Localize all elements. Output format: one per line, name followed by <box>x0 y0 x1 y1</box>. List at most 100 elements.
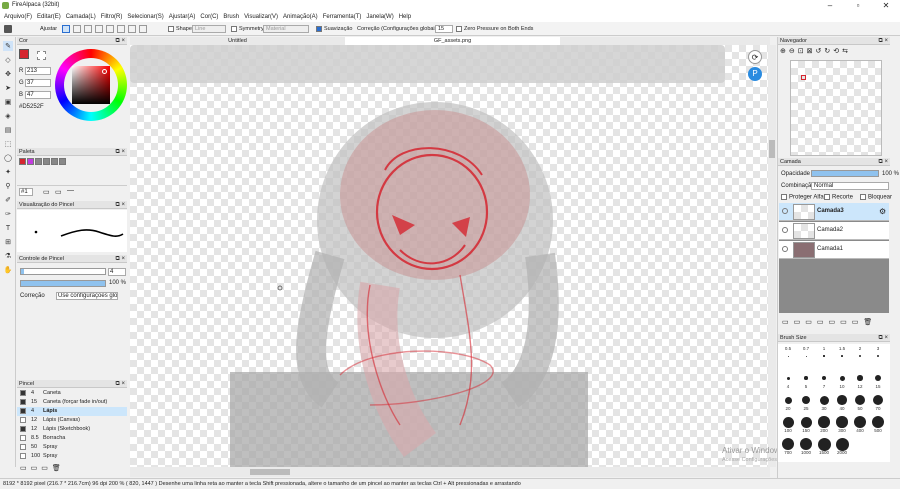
primary-color-swatch[interactable] <box>19 49 29 59</box>
g-input[interactable]: 37 <box>25 79 51 87</box>
shape-select[interactable]: Line <box>192 25 226 33</box>
add-palette-icon[interactable]: ▭ <box>43 188 50 196</box>
rotate-right-icon[interactable]: ↻ <box>824 47 830 55</box>
menu-selecionar[interactable]: Selecionar(S) <box>127 12 163 22</box>
menu-filtro[interactable]: Filtro(R) <box>101 12 123 22</box>
canvas-vertical-scrollbar[interactable] <box>768 45 776 467</box>
layer-visibility-icon[interactable] <box>782 227 788 233</box>
blend-mode-select[interactable]: Normal <box>811 182 889 190</box>
zoom-tool-icon[interactable]: ⚲ <box>3 181 13 191</box>
menu-brush[interactable]: Brush <box>223 12 239 22</box>
rotate-reset-icon[interactable]: ⟲ <box>833 47 839 55</box>
shape-toggle[interactable]: Shape <box>168 25 192 33</box>
save-palette-icon[interactable]: ▭ <box>55 188 62 196</box>
layer-opacity-slider[interactable] <box>811 170 879 177</box>
brush-size-dot[interactable] <box>819 395 829 405</box>
palette-swatch[interactable] <box>35 158 42 165</box>
palette-swatch[interactable] <box>51 158 58 165</box>
layer-select-dropdown[interactable]: #1 <box>19 188 33 196</box>
b-input[interactable]: 47 <box>25 91 51 99</box>
new-folder-icon[interactable]: ▭ <box>817 318 824 326</box>
canvas-rotate-icon[interactable]: ⟳ <box>748 50 762 64</box>
canvas-reset-icon[interactable]: P <box>748 67 762 81</box>
brush-size-dot[interactable] <box>818 416 830 428</box>
brush-size-dot[interactable] <box>872 394 884 406</box>
brush-size-input[interactable]: 4 <box>108 268 126 276</box>
brush-list-item[interactable]: 12 Lápis (Canvas) <box>17 416 127 425</box>
brush-size-dot[interactable] <box>804 376 808 380</box>
gradient-tool-icon[interactable]: ▤ <box>3 125 13 135</box>
text-tool-icon[interactable]: T <box>3 223 13 233</box>
panel-menu-icon[interactable]: ⧉ × <box>879 37 888 45</box>
brush-list-item[interactable]: 4 Lápis <box>17 407 127 416</box>
close-button[interactable]: ✕ <box>872 0 900 12</box>
brush-size-dot[interactable] <box>857 375 863 381</box>
menu-cor[interactable]: Cor(C) <box>200 12 218 22</box>
select-pen-tool-icon[interactable]: ✐ <box>3 195 13 205</box>
palette-swatch[interactable] <box>27 158 34 165</box>
menu-arquivo[interactable]: Arquivo(F) <box>4 12 32 22</box>
panel-menu-icon[interactable]: ⧉ × <box>116 148 125 156</box>
maximize-button[interactable]: ▫ <box>844 0 872 12</box>
suavizacao-toggle[interactable]: Suavização <box>316 25 352 33</box>
select-eraser-tool-icon[interactable]: ✑ <box>3 209 13 219</box>
palette-swatch[interactable] <box>19 158 26 165</box>
delete-brush-icon[interactable]: 🗑 <box>52 464 61 476</box>
panel-menu-icon[interactable]: ⧉ × <box>879 158 888 166</box>
brush-size-slider[interactable] <box>20 268 106 275</box>
hand-tool-icon[interactable]: ✋ <box>3 265 13 275</box>
color-wheel[interactable] <box>55 49 127 121</box>
panel-menu-icon[interactable]: ⧉ × <box>879 334 888 342</box>
layer-settings-icon[interactable]: ⚙ <box>879 207 886 216</box>
drawing-canvas[interactable]: ⟳ P <box>130 45 770 467</box>
select-move-tool-icon[interactable]: ➤ <box>3 83 13 93</box>
eyedropper-tool-icon[interactable]: ⚗ <box>3 251 13 261</box>
merge-layer-icon[interactable]: ▭ <box>840 318 847 326</box>
secondary-color-swatch[interactable] <box>37 51 46 60</box>
clear-layer-icon[interactable]: ▭ <box>852 318 859 326</box>
brush-list-item[interactable]: 50 Spray <box>17 443 127 452</box>
brush-list-item[interactable]: 8.5 Borracha <box>17 434 127 443</box>
r-input[interactable]: 213 <box>25 67 51 75</box>
stroke-mode-buttons[interactable] <box>62 25 157 33</box>
symmetry-select[interactable]: Material <box>263 25 309 33</box>
zero-pressure-toggle[interactable]: Zero Pressure on Both Ends <box>456 25 533 33</box>
panel-menu-icon[interactable]: ⧉ × <box>116 201 125 209</box>
duplicate-layer-icon[interactable]: ▭ <box>829 318 836 326</box>
brush-size-dot[interactable] <box>872 416 884 428</box>
brush-size-dot[interactable] <box>784 396 792 404</box>
layer-visibility-icon[interactable] <box>782 246 788 252</box>
move-tool-icon[interactable]: ✥ <box>3 69 13 79</box>
brush-size-dot[interactable] <box>874 374 882 382</box>
layer-row[interactable]: Camada3 ⚙ <box>779 203 889 221</box>
palette-swatch[interactable] <box>59 158 66 165</box>
brush-size-dot[interactable] <box>817 437 831 451</box>
menu-visualizar[interactable]: Visualizar(V) <box>244 12 278 22</box>
delete-palette-icon[interactable]: — <box>67 187 74 194</box>
zoom-in-icon[interactable]: ⊕ <box>780 47 786 55</box>
eraser-tool-icon[interactable]: ◇ <box>3 55 13 65</box>
navigator-viewport[interactable] <box>801 75 806 80</box>
menu-editar[interactable]: Editar(E) <box>37 12 61 22</box>
menu-camada[interactable]: Camada(L) <box>66 12 96 22</box>
brush-list-item[interactable]: 12 Lápis (Sketchbook) <box>17 425 127 434</box>
ajustar-button[interactable]: Ajustar <box>40 25 57 33</box>
brush-size-dot[interactable] <box>821 375 827 381</box>
menu-janela[interactable]: Janela(W) <box>366 12 393 22</box>
brush-size-dot[interactable] <box>823 355 825 357</box>
color-picker-handle[interactable] <box>102 69 107 74</box>
rotate-left-icon[interactable]: ↺ <box>816 47 822 55</box>
minimize-button[interactable]: – <box>816 0 844 12</box>
brush-list-item[interactable]: 4 Caneta <box>17 389 127 398</box>
brush-list-item[interactable]: 100 Spray <box>17 452 127 461</box>
brush-correcao-select[interactable]: Use configurações globais <box>56 292 118 300</box>
brush-size-dot[interactable] <box>805 355 807 357</box>
divide-tool-icon[interactable]: ⊞ <box>3 237 13 247</box>
brush-size-dot[interactable] <box>782 416 794 428</box>
correcao-select[interactable]: 15 <box>435 25 453 33</box>
brush-size-dot[interactable] <box>802 396 810 404</box>
navigator-preview[interactable] <box>790 60 882 156</box>
brush-size-dot[interactable] <box>781 437 795 451</box>
brush-tool-icon[interactable]: ✎ <box>3 41 13 51</box>
new-layer-icon[interactable]: ▭ <box>782 318 789 326</box>
